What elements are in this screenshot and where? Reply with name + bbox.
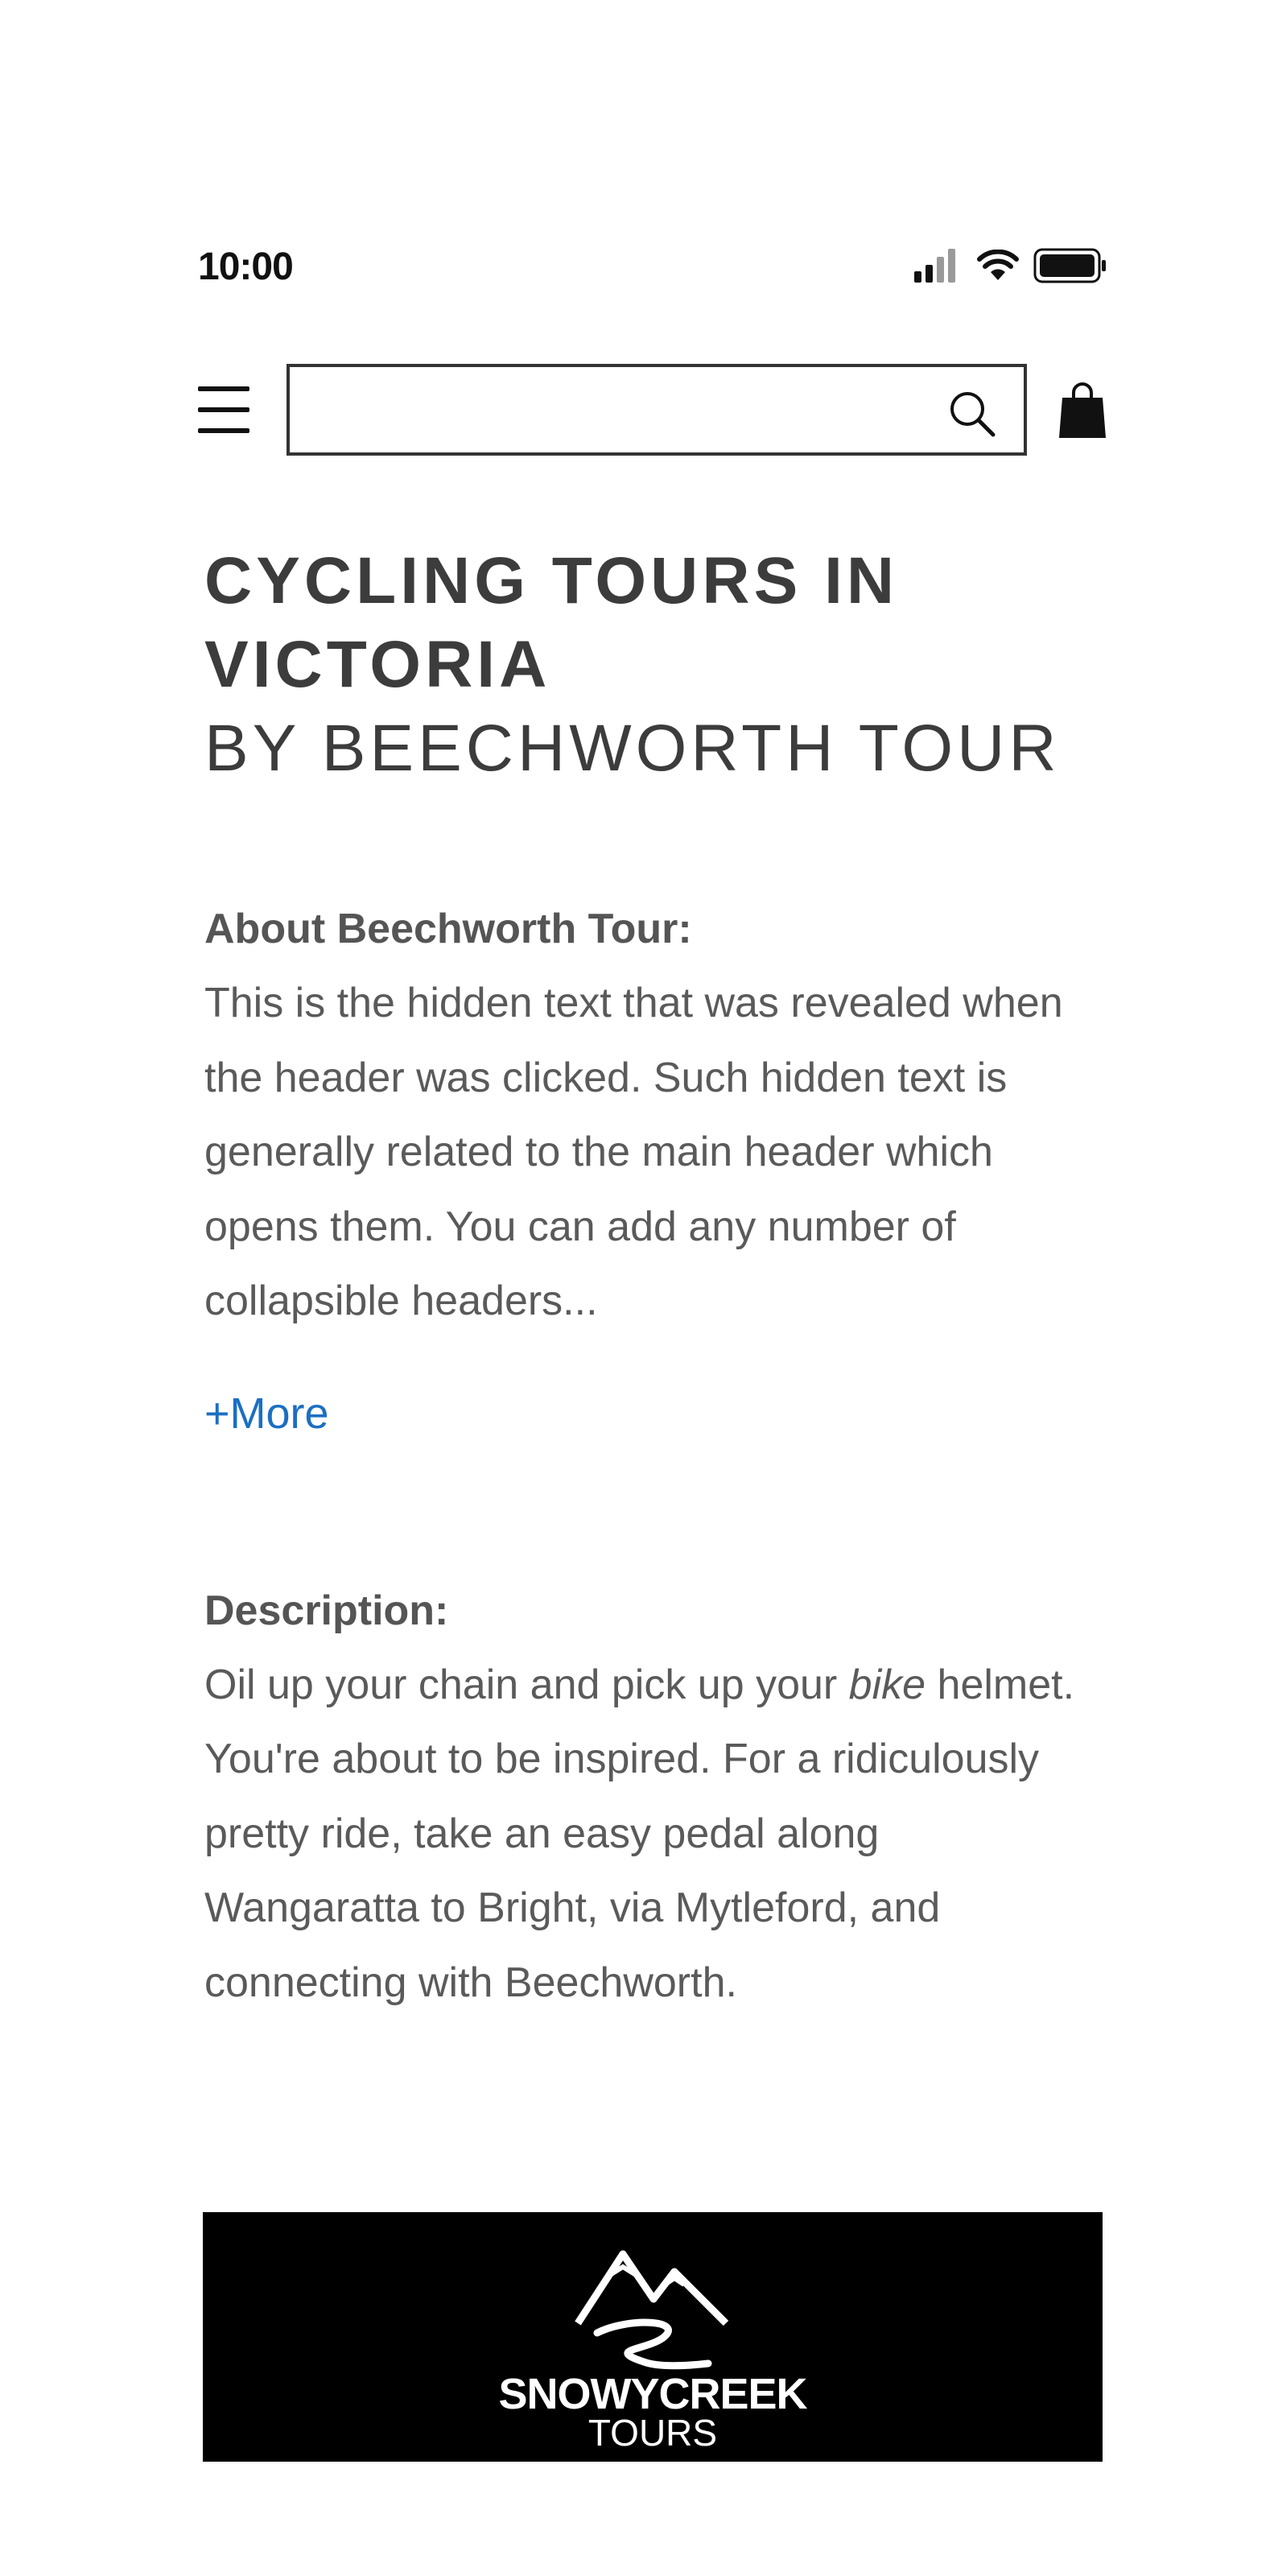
logo-name: SNOWYCREEK xyxy=(498,2370,807,2418)
description-section: Description: Oil up your chain and pick … xyxy=(204,1574,1090,2021)
hamburger-menu-icon[interactable] xyxy=(198,386,249,433)
page-subtitle: BY BEECHWORTH TOUR xyxy=(204,712,1061,785)
magnifier-icon[interactable] xyxy=(946,388,996,438)
cellular-signal-icon xyxy=(914,249,955,283)
search-box[interactable] xyxy=(287,364,1027,456)
logo-banner: SNOWYCREEK TOURS xyxy=(203,2212,1103,2462)
about-text: This is the hidden text that was reveale… xyxy=(204,980,1063,1324)
top-bar xyxy=(198,364,1107,460)
wifi-icon xyxy=(977,250,1019,280)
battery-icon xyxy=(1033,248,1106,283)
mountain-logo-icon xyxy=(575,2250,729,2370)
page-title: CYCLING TOURS IN VICTORIA xyxy=(204,544,899,701)
about-section: About Beechworth Tour: This is the hidde… xyxy=(204,892,1090,1442)
description-text-end: helmet. You're about to be inspired. For… xyxy=(204,1661,1075,2006)
status-bar: 10:00 xyxy=(198,242,1107,293)
shopping-bag-icon[interactable] xyxy=(1057,382,1107,440)
status-time: 10:00 xyxy=(198,246,294,288)
description-text-start: Oil up your chain and pick up your xyxy=(204,1661,849,1708)
description-text-emphasis: bike xyxy=(848,1661,926,1708)
description-heading: Description: xyxy=(204,1587,449,1634)
about-heading: About Beechworth Tour: xyxy=(204,906,692,952)
status-icons xyxy=(914,248,1107,283)
main-content: CYCLING TOURS IN VICTORIA BY BEECHWORTH … xyxy=(204,539,1090,2020)
description-text: Oil up your chain and pick up your bike … xyxy=(204,1648,1082,2021)
more-link[interactable]: +More xyxy=(204,1385,329,1442)
logo-subtitle: TOURS xyxy=(587,2412,718,2454)
search-input[interactable] xyxy=(309,375,940,446)
